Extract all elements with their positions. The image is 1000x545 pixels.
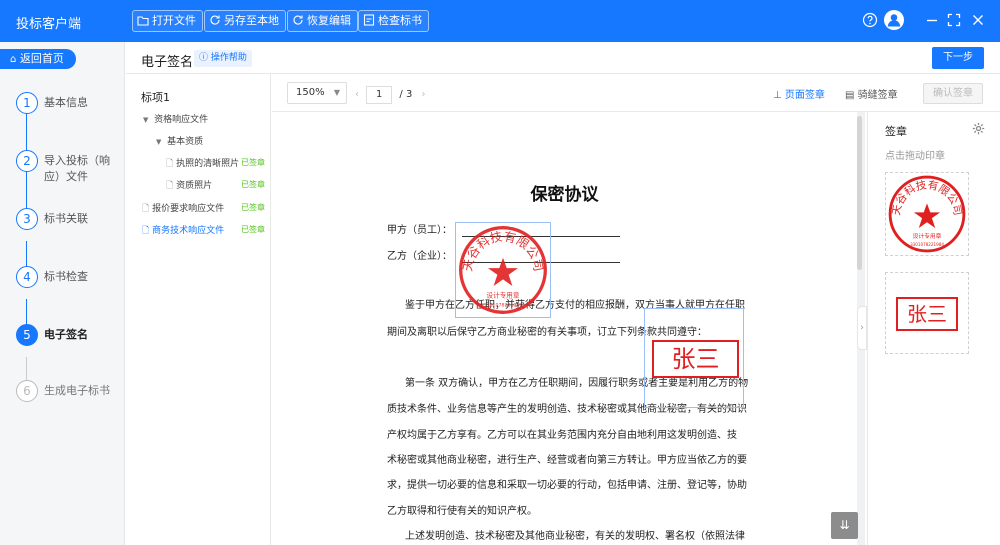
stamp-card-company[interactable]: 天谷科技有限公司 设计专用章 3301078221984 bbox=[885, 172, 969, 256]
chevron-right-icon: › bbox=[860, 323, 864, 333]
doc-text: 乙方取得和行使有关的知识产权。 bbox=[387, 506, 537, 517]
step-number: 4 bbox=[16, 266, 38, 288]
step-number: 5 bbox=[16, 324, 38, 346]
title-bar: 投标客户端 打开文件 另存至本地 恢复编辑 检查标书 bbox=[0, 0, 1000, 42]
document-check-icon bbox=[363, 14, 375, 26]
doc-text: 术秘密或其他商业秘密，进行生产、经营或者向第三方转让。甲方应当依乙方的要 bbox=[387, 455, 747, 466]
gear-icon[interactable] bbox=[972, 122, 985, 135]
placed-signature[interactable]: 张三 bbox=[644, 308, 744, 408]
file-tree: 标项1 ▼ 资格响应文件 ▼ 基本资质 🗋 执照的清晰照片 已签章 🗋 资质照片… bbox=[126, 74, 271, 545]
home-icon: ⌂ bbox=[10, 54, 17, 65]
prev-page-icon[interactable]: ‹ bbox=[355, 89, 359, 100]
next-page-icon[interactable]: › bbox=[422, 89, 426, 100]
signed-badge: 已签章 bbox=[241, 158, 265, 167]
check-bid-button[interactable]: 检查标书 bbox=[358, 10, 429, 32]
file-icon: 🗋 bbox=[142, 204, 150, 214]
svg-text:3301078221984: 3301078221984 bbox=[484, 303, 523, 309]
step-number: 6 bbox=[16, 380, 38, 402]
tree-file[interactable]: 🗋 执照的清晰照片 bbox=[166, 156, 239, 172]
signature-stamp: 张三 bbox=[652, 340, 739, 378]
restore-edit-button[interactable]: 恢复编辑 bbox=[287, 10, 358, 32]
file-icon: 🗋 bbox=[166, 159, 174, 169]
doc-text: 求，提供一切必要的信息和采取一切必要的行动，包括申请、注册、登记等，协助 bbox=[387, 480, 747, 491]
refresh-icon bbox=[293, 15, 303, 25]
step-label: 标书关联 bbox=[44, 212, 88, 225]
section-header: 电子签名 ⓘ 操作帮助 下一步 bbox=[126, 42, 1000, 74]
signed-badge: 已签章 bbox=[241, 225, 265, 234]
page-sign-tab[interactable]: ⊥ 页面签章 bbox=[773, 86, 825, 101]
document-canvas[interactable]: 保密协议 甲方（员工）： 乙方（企业）： 鉴于甲方在乙方任职，并获得乙方支付的相… bbox=[272, 112, 865, 545]
file-icon: 🗋 bbox=[166, 181, 174, 191]
save-local-button[interactable]: 另存至本地 bbox=[204, 10, 286, 32]
step-label: 标书检查 bbox=[44, 270, 88, 283]
doc-text: 上述发明创造、技术秘密及其他商业秘密，有关的发明权、署名权（依照法律 bbox=[405, 531, 745, 542]
panel-title: 签章 bbox=[885, 125, 907, 138]
signed-badge: 已签章 bbox=[241, 203, 265, 212]
steps-sidebar: ⌂ 返回首页 1 基本信息 2 导入投标（响应）文件 3 标书关联 4 标书检查… bbox=[0, 42, 125, 545]
tree-file[interactable]: 🗋 报价要求响应文件 bbox=[142, 201, 224, 217]
step-label: 电子签名 bbox=[44, 328, 88, 341]
stamp-icon: ⊥ bbox=[773, 90, 782, 101]
step-number: 2 bbox=[16, 150, 38, 172]
back-home-button[interactable]: ⌂ 返回首页 bbox=[0, 49, 76, 69]
scroll-bottom-button[interactable]: ⇊ bbox=[831, 512, 858, 539]
fullscreen-icon[interactable] bbox=[946, 12, 962, 28]
page-title: 电子签名 bbox=[141, 55, 194, 70]
step-label: 生成电子标书 bbox=[44, 384, 110, 397]
svg-text:设计专用章: 设计专用章 bbox=[913, 232, 942, 240]
tree-root: 标项1 bbox=[141, 91, 170, 104]
caret-down-icon: ▼ bbox=[143, 116, 149, 124]
signed-badge: 已签章 bbox=[241, 180, 265, 189]
vertical-scrollbar[interactable] bbox=[857, 116, 862, 270]
step-number: 1 bbox=[16, 92, 38, 114]
folder-icon bbox=[137, 16, 149, 26]
file-icon: 🗋 bbox=[142, 226, 150, 236]
pagination: ‹ 1 / 3 › bbox=[355, 86, 426, 104]
user-avatar[interactable] bbox=[884, 10, 904, 30]
help-icon[interactable] bbox=[862, 12, 878, 28]
step-number: 3 bbox=[16, 208, 38, 230]
party-b-label: 乙方（企业）： bbox=[387, 251, 452, 262]
svg-text:设计专用章: 设计专用章 bbox=[487, 290, 520, 299]
caret-down-icon: ▼ bbox=[156, 138, 162, 146]
stamp-card-signature[interactable]: 张三 bbox=[885, 272, 969, 354]
stamp-panel: 签章 点击拖动印章 天谷科技有限公司 设计专用章 3301078221984 张… bbox=[867, 112, 1000, 545]
refresh-icon bbox=[210, 15, 220, 25]
open-file-button[interactable]: 打开文件 bbox=[132, 10, 203, 32]
help-link[interactable]: ⓘ 操作帮助 bbox=[194, 50, 252, 67]
tree-file-selected[interactable]: 🗋 商务技术响应文件 bbox=[142, 223, 224, 239]
signature-stamp: 张三 bbox=[896, 297, 958, 331]
help-icon: ⓘ bbox=[199, 53, 209, 63]
user-icon bbox=[887, 14, 901, 27]
step-label: 基本信息 bbox=[44, 96, 88, 109]
double-chevron-down-icon: ⇊ bbox=[839, 518, 850, 532]
drag-hint: 点击拖动印章 bbox=[885, 151, 945, 162]
svg-text:3301078221984: 3301078221984 bbox=[910, 242, 944, 247]
confirm-sign-button[interactable]: 确认签章 bbox=[923, 83, 983, 104]
document-page: 保密协议 甲方（员工）： 乙方（企业）： 鉴于甲方在乙方任职，并获得乙方支付的相… bbox=[272, 112, 857, 545]
step-connector bbox=[26, 357, 27, 382]
app-title: 投标客户端 bbox=[16, 17, 82, 32]
document-toolbar: 150% ▼ ‹ 1 / 3 › ⊥ 页面签章 ▤ 骑缝签章 确认签章 bbox=[272, 74, 1000, 112]
zoom-select[interactable]: 150% ▼ bbox=[287, 82, 347, 104]
doc-text: 产权均属于乙方享有。乙方可以在其业务范围内充分自由地利用这发明创造、技 bbox=[387, 430, 737, 441]
placed-company-seal[interactable]: 天谷科技有限公司 设计专用章 3301078221984 bbox=[455, 222, 551, 318]
minimize-icon[interactable] bbox=[924, 12, 940, 28]
step-label: 导入投标（响应）文件 bbox=[44, 154, 110, 183]
seam-icon: ▤ bbox=[845, 90, 855, 101]
panel-toggle[interactable]: › bbox=[857, 306, 867, 350]
page-input[interactable]: 1 bbox=[366, 86, 393, 104]
tree-file[interactable]: 🗋 资质照片 bbox=[166, 178, 212, 194]
next-step-button[interactable]: 下一步 bbox=[932, 47, 984, 69]
company-seal-icon: 天谷科技有限公司 设计专用章 3301078221984 bbox=[888, 175, 966, 253]
seam-sign-tab[interactable]: ▤ 骑缝签章 bbox=[845, 86, 898, 101]
document-title: 保密协议 bbox=[530, 185, 599, 205]
tree-folder-qualification[interactable]: ▼ 资格响应文件 bbox=[143, 112, 208, 125]
party-a-label: 甲方（员工）： bbox=[387, 225, 452, 236]
chevron-down-icon: ▼ bbox=[333, 88, 340, 97]
company-seal-icon: 天谷科技有限公司 设计专用章 3301078221984 bbox=[459, 226, 547, 314]
close-icon[interactable] bbox=[970, 12, 986, 28]
tree-folder-basic-qualification[interactable]: ▼ 基本资质 bbox=[156, 134, 203, 147]
